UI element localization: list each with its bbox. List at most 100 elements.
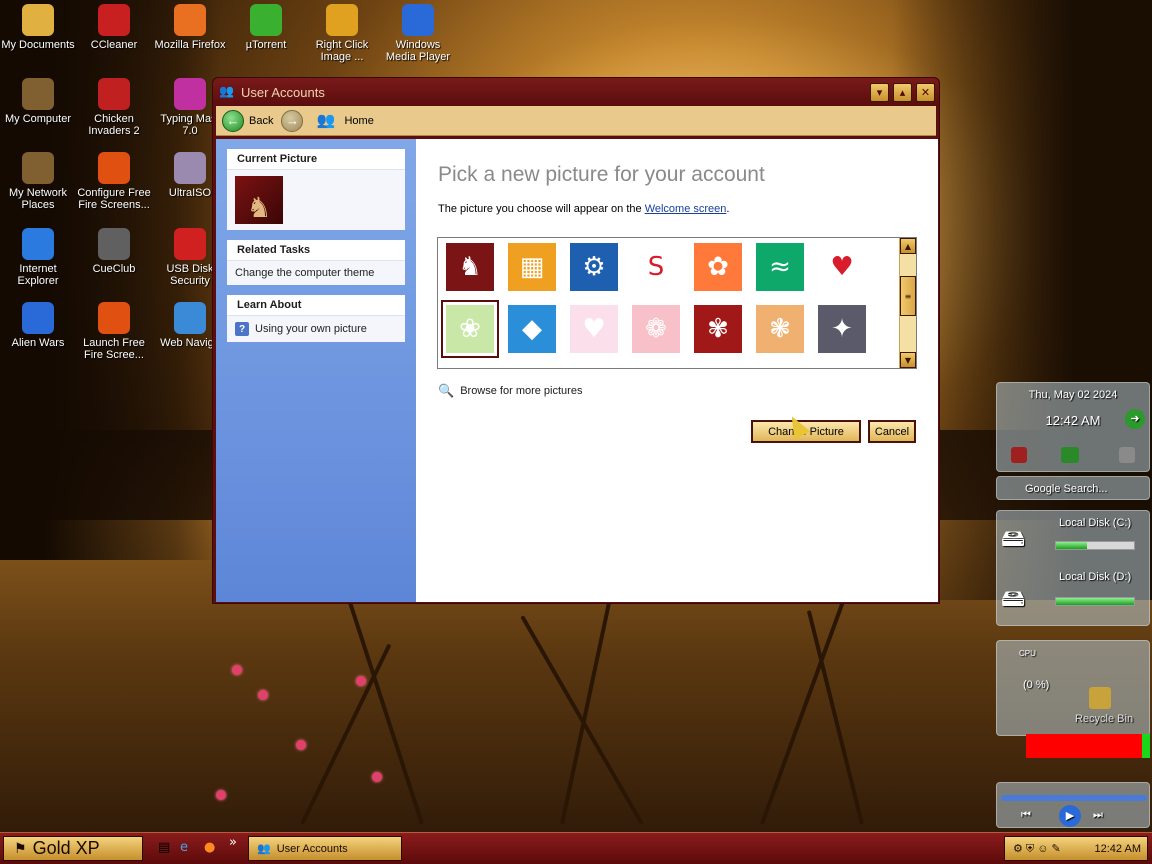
desktop-icon-label: µTorrent: [245, 39, 287, 51]
scroll-down-icon[interactable]: ▼: [900, 352, 916, 368]
disk-d-fill: [1056, 598, 1134, 605]
start-button[interactable]: ⚑ Gold XP: [3, 836, 143, 861]
page-title: Pick a new picture for your account: [438, 163, 765, 186]
picture-daisy[interactable]: ✿: [694, 243, 742, 291]
desktop-icon[interactable]: My Documents: [0, 4, 76, 51]
desktop-icon[interactable]: Alien Wars: [0, 302, 76, 349]
desktop-icon-label: Launch Free Fire Scree...: [83, 337, 145, 361]
browse-pictures-link[interactable]: 🔍 Browse for more pictures: [438, 383, 582, 399]
picture-motocross[interactable]: ⚙: [570, 243, 618, 291]
desktop-icon[interactable]: Internet Explorer: [0, 228, 76, 287]
minimize-button[interactable]: ▾: [870, 82, 889, 102]
desktop-icon-label: Right Click Image ...: [315, 39, 369, 63]
desktop-icon-label: CueClub: [92, 263, 136, 275]
desktop-icon[interactable]: Configure Free Fire Screens...: [76, 152, 152, 211]
desktop-icon[interactable]: CueClub: [76, 228, 152, 275]
desktop-icon[interactable]: Launch Free Fire Scree...: [76, 302, 152, 361]
system-tray: ⚙ ⛨ ☺ ✎ 12:42 AM: [1004, 836, 1148, 861]
ie-quicklaunch-icon[interactable]: e: [180, 840, 188, 855]
picture-calla-lily[interactable]: ❀: [441, 300, 499, 358]
disc-icon: [174, 152, 206, 184]
desktop-icon[interactable]: Windows Media Player: [380, 4, 456, 63]
desktop-icon[interactable]: My Network Places: [0, 152, 76, 211]
next-arrow-icon[interactable]: ➜: [1125, 409, 1145, 429]
desktop-icon[interactable]: CCleaner: [76, 4, 152, 51]
cancel-button[interactable]: Cancel: [868, 420, 916, 443]
power-icon[interactable]: [1011, 447, 1027, 463]
picture-kiss-heart[interactable]: ♥: [818, 243, 866, 291]
desktop-icon[interactable]: Chicken Invaders 2: [76, 78, 152, 137]
alien-icon: [22, 302, 54, 334]
tray-icons[interactable]: ⚙ ⛨ ☺ ✎: [1013, 842, 1061, 856]
home-button[interactable]: 👥 Home: [316, 111, 373, 131]
firefox-icon: [174, 4, 206, 36]
disk-c-fill: [1056, 542, 1088, 549]
picture-red-roses[interactable]: ✾: [694, 305, 742, 353]
related-tasks-heading: Related Tasks: [227, 240, 405, 261]
ie-icon: [22, 228, 54, 260]
desktop-icon[interactable]: Mozilla Firefox: [152, 4, 228, 51]
maximize-button[interactable]: ▴: [893, 82, 912, 102]
desktop-icon[interactable]: My Computer: [0, 78, 76, 125]
chevron-icon[interactable]: »: [229, 835, 237, 850]
current-picture-heading: Current Picture: [227, 149, 405, 170]
play-icon[interactable]: ▶: [1059, 805, 1081, 827]
desktop-icon[interactable]: µTorrent: [228, 4, 304, 51]
fire-icon: [98, 152, 130, 184]
google-search-gadget[interactable]: Google Search...: [996, 476, 1150, 500]
using-own-picture-link[interactable]: Using your own picture: [255, 323, 367, 335]
show-desktop-icon[interactable]: ▤: [158, 840, 170, 855]
change-theme-link[interactable]: Change the computer theme: [235, 267, 374, 279]
scroll-thumb[interactable]: ≡: [900, 276, 916, 316]
picture-green-wave[interactable]: ≈: [756, 243, 804, 291]
desktop-icon-label: Windows Media Player: [385, 39, 451, 63]
desktop-icon-label: My Computer: [4, 113, 72, 125]
close-button[interactable]: ✕: [916, 82, 935, 102]
welcome-screen-link[interactable]: Welcome screen: [645, 203, 727, 215]
ccleaner-icon: [98, 4, 130, 36]
rewind-icon[interactable]: ⏮: [1021, 809, 1031, 822]
recycle-bin-label: Recycle Bin: [1075, 713, 1134, 725]
forward-button[interactable]: →: [281, 109, 308, 132]
network-gadget-icon[interactable]: [1061, 447, 1079, 463]
taskbar: ⚑ Gold XP ▤ e ● » 👥 User Accounts ⚙ ⛨ ☺ …: [0, 832, 1152, 864]
picture-windows-logo[interactable]: ▦: [508, 243, 556, 291]
taskbar-item-user-accounts[interactable]: 👥 User Accounts: [248, 836, 402, 861]
back-arrow-icon: ←: [222, 109, 244, 132]
picture-karate[interactable]: ✦: [818, 305, 866, 353]
back-label: Back: [249, 114, 274, 127]
title-bar[interactable]: 👥 User Accounts ▾ ▴ ✕: [213, 78, 939, 106]
learn-about-panel: Learn About ? Using your own picture: [227, 295, 405, 342]
fire-icon: [98, 302, 130, 334]
typing-icon: [174, 78, 206, 110]
media-progress[interactable]: [1001, 795, 1147, 801]
globe-icon: [174, 302, 206, 334]
recycle-bin-icon[interactable]: [1089, 687, 1111, 709]
picture-heart-s[interactable]: ♥: [570, 305, 618, 353]
chicken-icon: [98, 78, 130, 110]
desktop-icon[interactable]: Right Click Image ...: [304, 4, 380, 63]
user-accounts-task-icon: 👥: [257, 843, 271, 855]
picture-fish[interactable]: ◆: [508, 305, 556, 353]
back-button[interactable]: ← Back: [222, 109, 274, 132]
sleep-icon[interactable]: [1119, 447, 1135, 463]
forward-icon[interactable]: ⏭: [1093, 809, 1103, 822]
scroll-up-icon[interactable]: ▲: [900, 238, 916, 254]
desktop-icon-label: Alien Wars: [11, 337, 65, 349]
picture-bouquet[interactable]: ❃: [756, 305, 804, 353]
task-sidebar: Current Picture ♞ Related Tasks Change t…: [216, 139, 416, 602]
picture-letter-s[interactable]: S: [632, 243, 680, 291]
cpu-value: (0 %): [1023, 679, 1050, 691]
picture-scrollbar[interactable]: ▲ ≡ ▼: [899, 238, 916, 368]
picture-rose[interactable]: ❁: [632, 305, 680, 353]
firefox-quicklaunch-icon[interactable]: ●: [204, 840, 215, 855]
main-panel: Pick a new picture for your account The …: [416, 139, 938, 602]
picture-chess[interactable]: ♞: [446, 243, 494, 291]
users-icon: 👥: [316, 111, 336, 129]
magnifier-icon: 🔍: [438, 383, 455, 398]
description-text: The picture you choose will appear on th…: [438, 203, 645, 215]
disk-gadget: 🖴 Local Disk (C:) 🖴 Local Disk (D:): [996, 510, 1150, 626]
user-accounts-icon: 👥: [219, 84, 234, 98]
cpu-gadget: CPU (0 %) Recycle Bin: [996, 640, 1150, 736]
disk-d-label: Local Disk (D:): [1059, 571, 1132, 583]
